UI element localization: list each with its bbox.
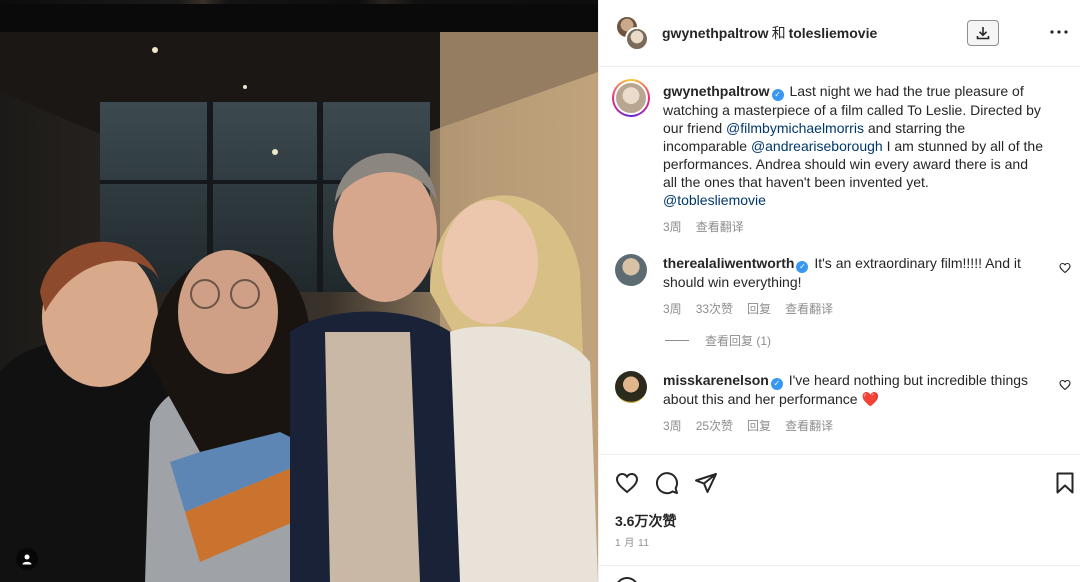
comment-time[interactable]: 3周	[663, 300, 682, 318]
comment-body: misskarenelson ✓ I've heard nothing but i…	[663, 371, 1043, 435]
comment-meta: 3周 25次赞 回复 查看翻译	[663, 417, 1043, 435]
caption-avatar[interactable]	[612, 79, 650, 117]
verified-icon: ✓	[770, 378, 783, 390]
emoji-icon[interactable]	[615, 577, 639, 582]
comment-likes[interactable]: 25次赞	[696, 417, 733, 435]
verified-icon: ✓	[771, 89, 784, 101]
avatar[interactable]	[615, 371, 647, 403]
reply-button[interactable]: 回复	[747, 300, 771, 318]
comment-like-heart-icon[interactable]	[1059, 379, 1071, 391]
download-icon	[976, 27, 990, 40]
user-icon	[22, 554, 32, 565]
header-and: 和	[771, 25, 786, 41]
comments-list[interactable]: gwynethpaltrow ✓ Last night we had the tr…	[599, 68, 1080, 454]
mention-link[interactable]: @toblesliemovie	[663, 192, 766, 208]
translate-link[interactable]: 查看翻译	[696, 218, 744, 236]
comment-time[interactable]: 3周	[663, 417, 682, 435]
photo-illustration	[0, 32, 598, 582]
view-replies-label: 查看回复 (1)	[705, 334, 772, 348]
post-actions-bar: 3.6万次赞 1 月 11	[599, 454, 1080, 582]
comment-meta: 3周 33次赞 回复 查看翻译	[663, 300, 1043, 318]
send-icon[interactable]	[694, 471, 718, 495]
translate-link[interactable]: 查看翻译	[785, 417, 833, 435]
comment-likes[interactable]: 33次赞	[696, 300, 733, 318]
post-side-panel: gwynethpaltrow 和 tolesliemovie gwynethpalt…	[598, 0, 1080, 582]
caption-time[interactable]: 3周	[663, 218, 682, 236]
caption-meta: 3周 查看翻译	[663, 218, 1043, 236]
photo-top-gap	[0, 4, 598, 32]
translate-link[interactable]: 查看翻译	[785, 300, 833, 318]
download-button[interactable]	[967, 20, 999, 46]
comment-like-heart-icon[interactable]	[1059, 262, 1071, 274]
header-username-1[interactable]: gwynethpaltrow	[662, 25, 769, 41]
comment-username[interactable]: misskarenelson	[663, 372, 769, 388]
likes-count[interactable]: 3.6万次赞	[615, 511, 676, 531]
collab-names: gwynethpaltrow 和 tolesliemovie	[662, 23, 877, 43]
post-date[interactable]: 1 月 11	[615, 534, 650, 549]
view-replies-button[interactable]: 查看回复 (1)	[665, 332, 771, 349]
heart-emoji: ❤️	[861, 391, 879, 407]
avatar[interactable]	[615, 254, 647, 286]
caption-body: gwynethpaltrow ✓ Last night we had the tr…	[663, 82, 1043, 236]
mention-link[interactable]: @filmbymichaelmorris	[726, 120, 864, 136]
header-username-2[interactable]: tolesliemovie	[789, 25, 878, 41]
divider-line	[665, 340, 689, 341]
caption-username[interactable]: gwynethpaltrow	[663, 83, 770, 99]
bookmark-icon[interactable]	[1053, 471, 1077, 495]
collab-avatars[interactable]	[615, 15, 651, 51]
user-tag-button[interactable]	[16, 548, 38, 570]
comment-icon[interactable]	[655, 471, 679, 495]
divider	[599, 565, 1080, 566]
heart-icon[interactable]	[615, 471, 639, 495]
mention-link[interactable]: @andreariseborough	[751, 138, 883, 154]
post-photo[interactable]	[0, 32, 598, 582]
reply-button[interactable]: 回复	[747, 417, 771, 435]
comment-username[interactable]: therealaliwentworth	[663, 255, 794, 271]
more-options-button[interactable]	[1048, 22, 1070, 42]
comment-body: therealaliwentworth ✓ It's an extraordina…	[663, 254, 1043, 318]
verified-icon: ✓	[796, 261, 809, 273]
post-photo-area	[0, 0, 598, 582]
post-header: gwynethpaltrow 和 tolesliemovie	[599, 0, 1080, 67]
more-icon	[1050, 30, 1068, 34]
avatar	[625, 27, 649, 51]
